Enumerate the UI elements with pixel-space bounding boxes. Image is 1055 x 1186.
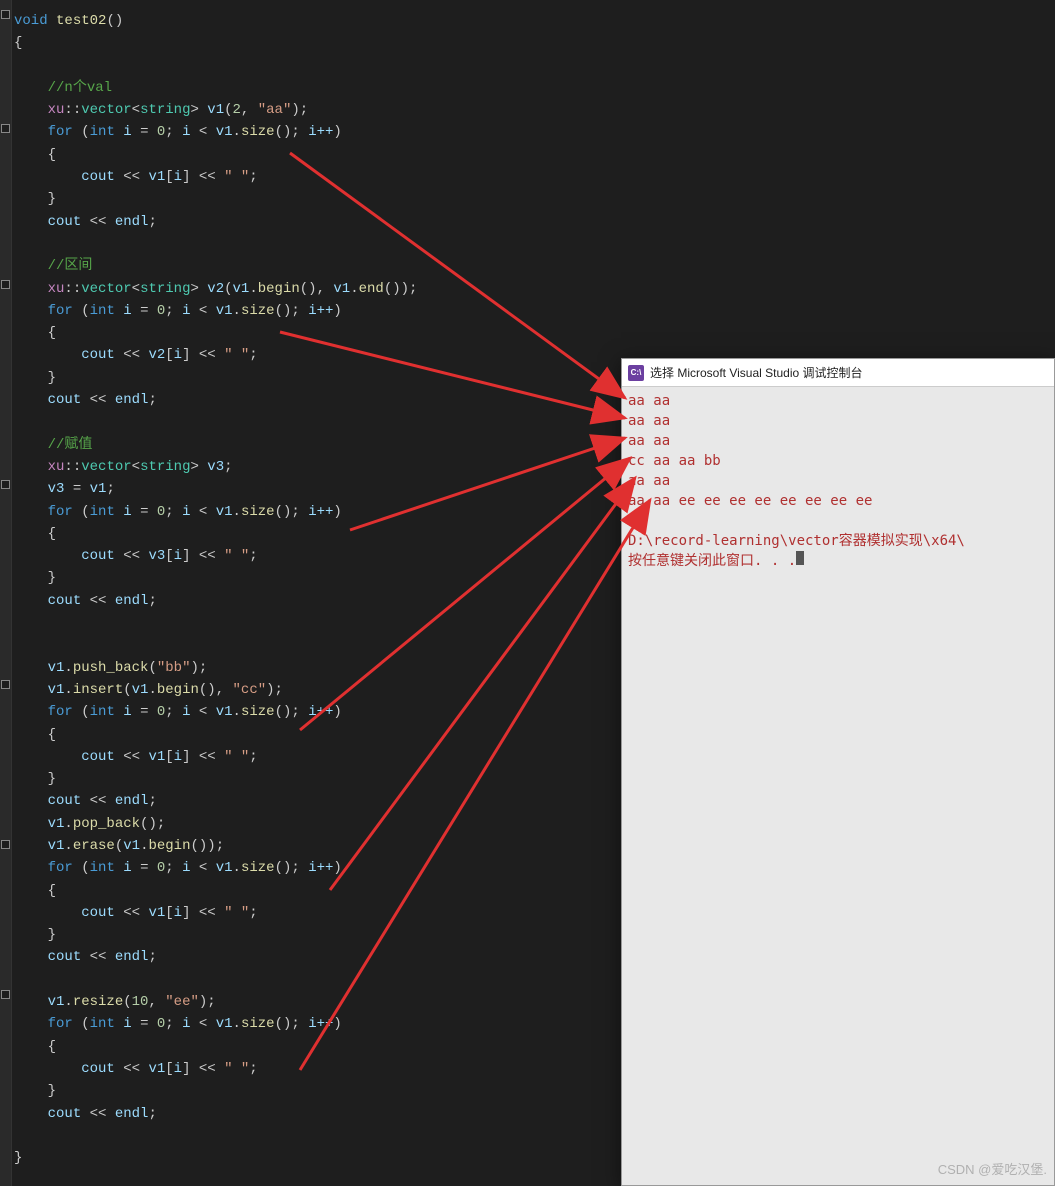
console-titlebar[interactable]: C:\ 选择 Microsoft Visual Studio 调试控制台 xyxy=(622,359,1054,387)
fold-marker[interactable] xyxy=(1,840,10,849)
fold-marker[interactable] xyxy=(1,680,10,689)
console-line: aa aa xyxy=(628,473,670,489)
function-name: test02 xyxy=(56,13,106,29)
fold-marker[interactable] xyxy=(1,990,10,999)
console-line: aa aa xyxy=(628,393,670,409)
console-line: cc aa aa bb xyxy=(628,453,721,469)
comment: //区间 xyxy=(48,258,93,274)
code-gutter xyxy=(0,0,12,1186)
console-line: aa aa xyxy=(628,433,670,449)
debug-console-window[interactable]: C:\ 选择 Microsoft Visual Studio 调试控制台 aa … xyxy=(621,358,1055,1186)
watermark: CSDN @爱吃汉堡. xyxy=(938,1159,1047,1178)
console-line: 按任意键关闭此窗口. . . xyxy=(628,553,796,569)
code-editor[interactable]: void test02() { //n个val xu::vector<strin… xyxy=(14,10,417,1169)
console-line: aa aa ee ee ee ee ee ee ee ee xyxy=(628,493,872,509)
console-line: aa aa xyxy=(628,413,670,429)
keyword-void: void xyxy=(14,13,48,29)
comment: //n个val xyxy=(48,80,112,96)
fold-marker[interactable] xyxy=(1,10,10,19)
console-line: D:\record-learning\vector容器模拟实现\x64\ xyxy=(628,533,965,549)
console-title: 选择 Microsoft Visual Studio 调试控制台 xyxy=(650,364,863,381)
console-cursor xyxy=(796,551,804,565)
fold-marker[interactable] xyxy=(1,480,10,489)
fold-marker[interactable] xyxy=(1,280,10,289)
console-app-icon: C:\ xyxy=(628,365,644,381)
fold-marker[interactable] xyxy=(1,124,10,133)
console-output[interactable]: aa aa aa aa aa aa cc aa aa bb aa aa aa a… xyxy=(622,387,1054,575)
comment: //赋值 xyxy=(48,437,93,453)
